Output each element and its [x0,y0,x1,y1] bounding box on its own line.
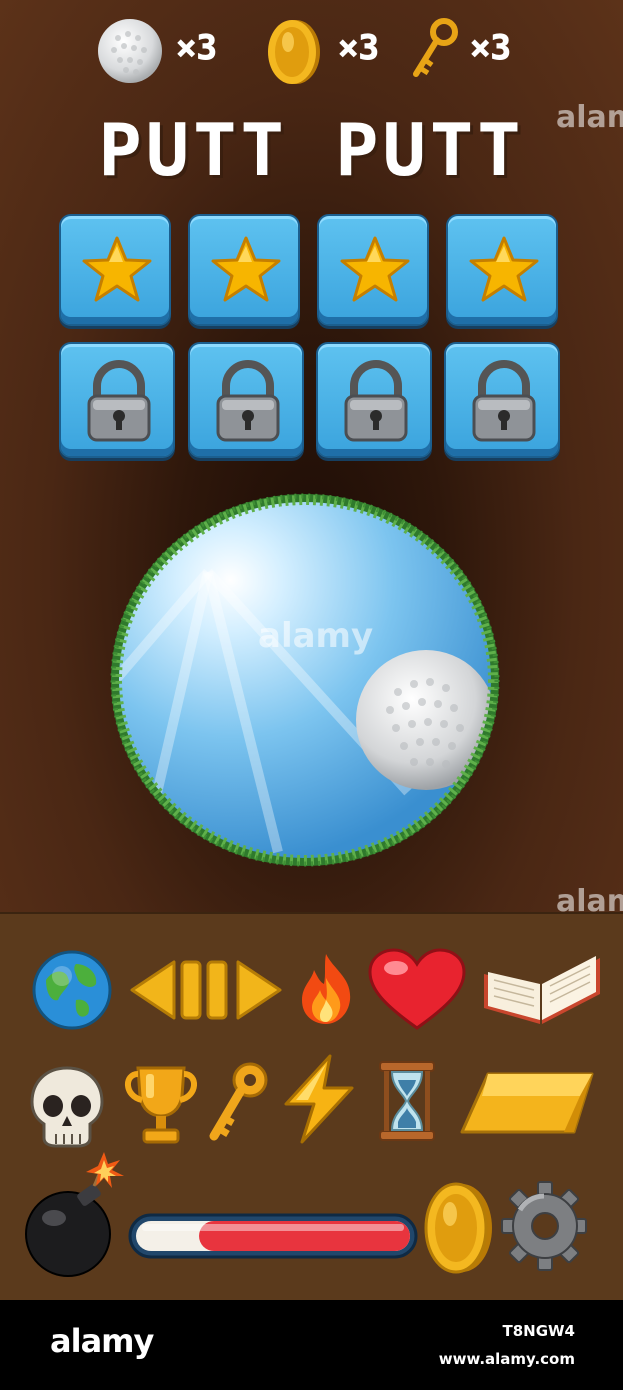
game-screen: ×3 ×3 ×3 PUTT PUTT alamy alam alam alamy… [0,0,623,1390]
level-button-5-locked[interactable] [59,342,175,458]
padlock-icon [216,360,280,442]
level-button-4[interactable] [446,214,558,326]
footer-image-id: T8NGW4 [502,1322,575,1340]
footer-url: www.alamy.com [438,1350,575,1368]
golf-ball-count: ×3 [176,28,218,69]
padlock-icon [472,360,536,442]
coin-counter: ×3 [266,18,406,84]
level-button-7-locked[interactable] [316,342,432,458]
golf-ball-counter: ×3 [96,18,241,83]
star-icon [82,236,152,302]
coin-icon [268,20,320,84]
golf-ball-icon [98,19,162,83]
key-count: ×3 [470,28,512,69]
watermark-corner-mid: alamy [556,884,623,919]
footer-brand-logo: alamy [50,1322,154,1360]
watermark-corner-top: alamy [556,100,623,135]
key-icon [413,18,458,77]
star-icon [469,236,539,302]
level-button-1[interactable] [59,214,171,326]
star-icon [340,236,410,302]
game-title: PUTT PUTT [98,108,525,192]
level-button-6-locked[interactable] [188,342,304,458]
star-icon [211,236,281,302]
level-button-3[interactable] [317,214,429,326]
golf-hole-view [108,492,502,872]
level-button-2[interactable] [188,214,300,326]
key-counter: ×3 [408,18,538,78]
watermark-text: alamy [258,616,374,656]
coin-count: ×3 [338,28,380,69]
level-button-8-locked[interactable] [444,342,560,458]
padlock-icon [344,360,408,442]
padlock-icon [87,360,151,442]
footer-bar: alamy T8NGW4 www.alamy.com [0,1300,623,1390]
